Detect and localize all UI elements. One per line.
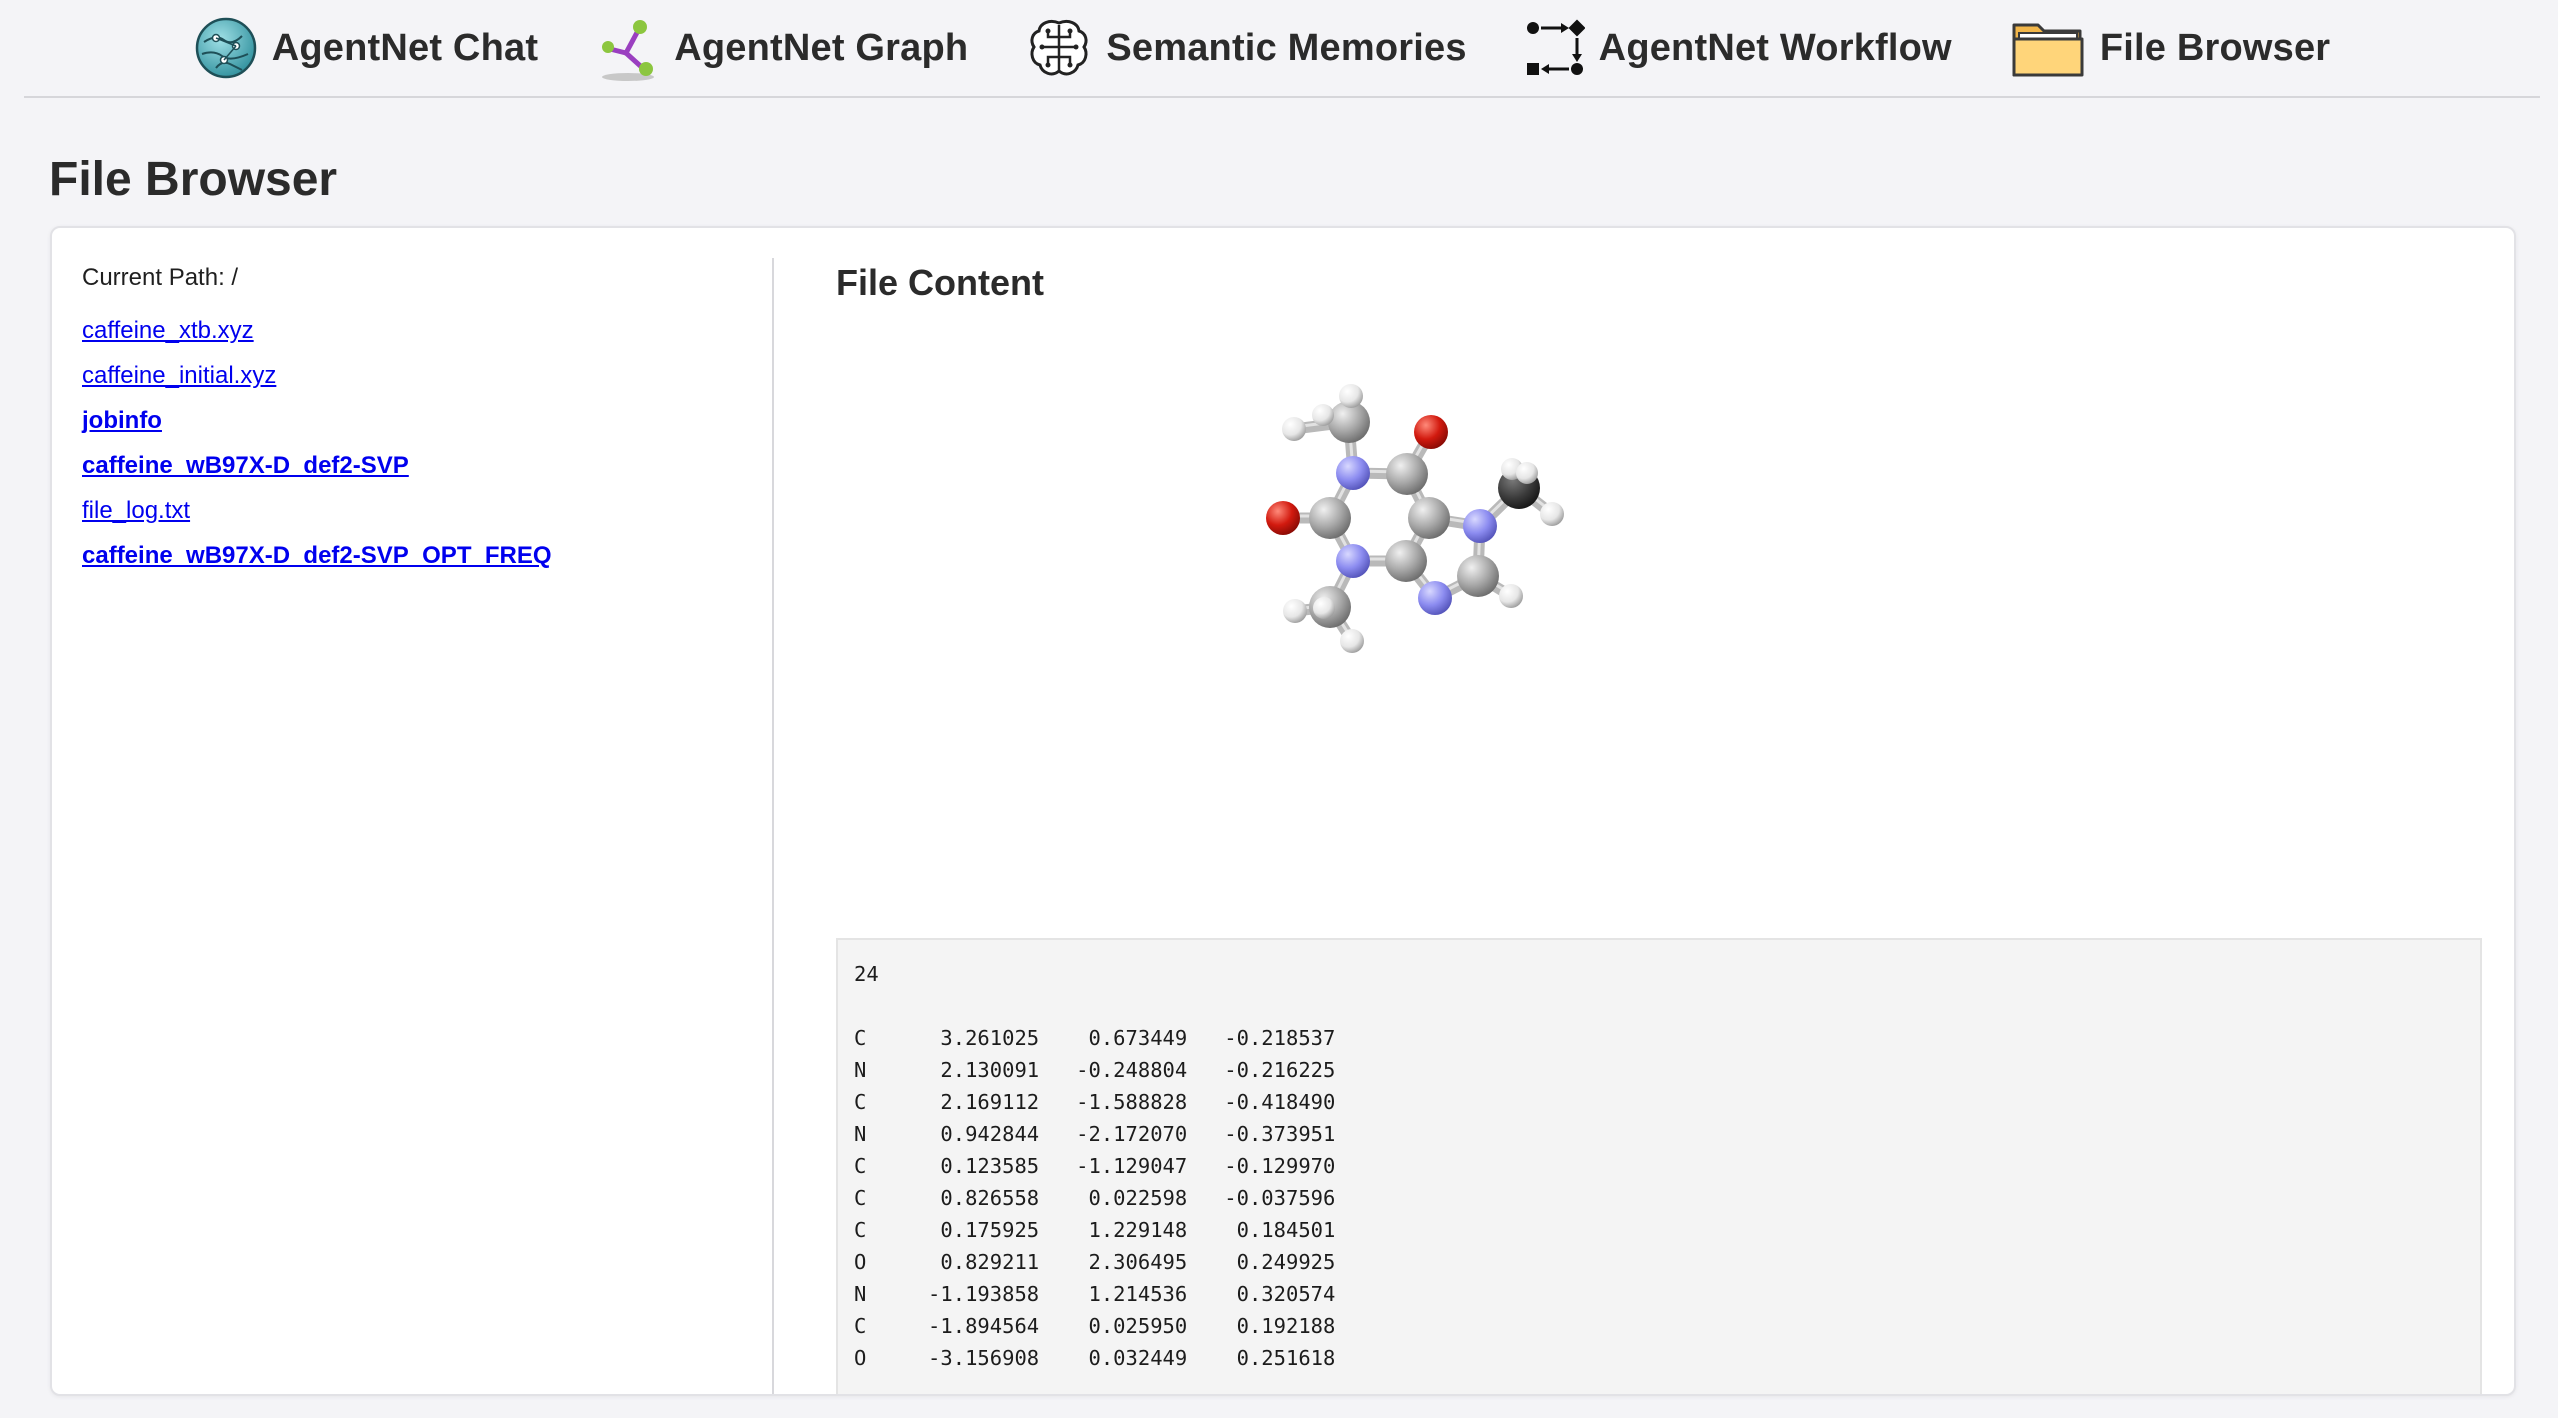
oxygen-atom xyxy=(1414,415,1448,449)
hydrogen-atom xyxy=(1540,502,1564,526)
list-item: caffeine_xtb.xyz xyxy=(82,308,552,353)
top-navigation: AgentNet Chat AgentNet Graph Semantic Me… xyxy=(24,0,2540,98)
brain-circuit-icon xyxy=(1026,15,1092,81)
directory-link[interactable]: caffeine_wB97X-D_def2-SVP xyxy=(82,452,409,479)
file-browser-panel: Current Path: / caffeine_xtb.xyz caffein… xyxy=(50,226,2516,1396)
hydrogen-atom xyxy=(1499,584,1523,608)
directory-link[interactable]: caffeine_wB97X-D_def2-SVP_OPT_FREQ xyxy=(82,542,552,569)
nav-label: AgentNet Chat xyxy=(271,26,539,69)
nitrogen-atom xyxy=(1418,581,1452,615)
carbon-atom xyxy=(1309,497,1351,539)
hydrogen-atom xyxy=(1283,599,1307,623)
hydrogen-atom xyxy=(1340,629,1364,653)
list-item: jobinfo xyxy=(82,398,552,443)
caffeine-3d-molecule[interactable] xyxy=(1254,368,1994,948)
nitrogen-atom xyxy=(1336,456,1370,490)
nitrogen-atom xyxy=(1463,509,1497,543)
nav-links: AgentNet Chat AgentNet Graph Semantic Me… xyxy=(194,13,2331,83)
nav-label: AgentNet Workflow xyxy=(1598,26,1952,69)
molecule-viewer[interactable] xyxy=(1254,368,1994,948)
hydrogen-atom xyxy=(1312,404,1334,426)
directory-link[interactable]: jobinfo xyxy=(82,407,162,434)
file-text: 24 C 3.261025 0.673449 -0.218537 N 2.130… xyxy=(854,962,1336,1370)
nav-item-agentnet-graph[interactable]: AgentNet Graph xyxy=(596,13,968,83)
file-text-viewer[interactable]: 24 C 3.261025 0.673449 -0.218537 N 2.130… xyxy=(836,938,2482,1394)
file-content-pane: File Content 24 C 3.261025 0.673449 -0.2… xyxy=(774,228,2514,1394)
hydrogen-atom xyxy=(1282,417,1306,441)
file-link[interactable]: file_log.txt xyxy=(82,497,190,524)
nav-item-semantic-memories[interactable]: Semantic Memories xyxy=(1026,15,1466,81)
nav-item-agentnet-chat[interactable]: AgentNet Chat xyxy=(194,16,539,80)
carbon-atom xyxy=(1385,540,1427,582)
file-link[interactable]: caffeine_initial.xyz xyxy=(82,362,276,389)
file-list-pane: Current Path: / caffeine_xtb.xyz caffein… xyxy=(52,228,774,1394)
list-item: file_log.txt xyxy=(82,488,552,533)
carbon-atom xyxy=(1457,555,1499,597)
graph-nodes-icon xyxy=(596,13,660,83)
nav-label: AgentNet Graph xyxy=(674,26,969,69)
workflow-arrows-icon xyxy=(1525,18,1585,78)
carbon-atom xyxy=(1408,497,1450,539)
list-item: caffeine_initial.xyz xyxy=(82,353,552,398)
nav-item-file-browser[interactable]: File Browser xyxy=(2010,15,2330,81)
hydrogen-atom xyxy=(1313,597,1335,619)
nav-label: Semantic Memories xyxy=(1106,26,1467,69)
file-list: caffeine_xtb.xyz caffeine_initial.xyz jo… xyxy=(82,308,552,578)
list-item: caffeine_wB97X-D_def2-SVP xyxy=(82,443,552,488)
globe-network-icon xyxy=(194,16,258,80)
folder-icon xyxy=(2010,15,2086,81)
nav-label: File Browser xyxy=(2099,26,2331,69)
current-path: Current Path: / xyxy=(82,264,239,291)
carbon-atom xyxy=(1386,453,1428,495)
hydrogen-atom xyxy=(1516,462,1538,484)
oxygen-atom xyxy=(1266,501,1300,535)
nitrogen-atom xyxy=(1336,544,1370,578)
file-link[interactable]: caffeine_xtb.xyz xyxy=(82,317,254,344)
nav-item-agentnet-workflow[interactable]: AgentNet Workflow xyxy=(1525,18,1952,78)
page-title: File Browser xyxy=(49,153,338,206)
hydrogen-atom xyxy=(1339,384,1363,408)
file-content-title: File Content xyxy=(836,262,1044,303)
list-item: caffeine_wB97X-D_def2-SVP_OPT_FREQ xyxy=(82,533,552,578)
